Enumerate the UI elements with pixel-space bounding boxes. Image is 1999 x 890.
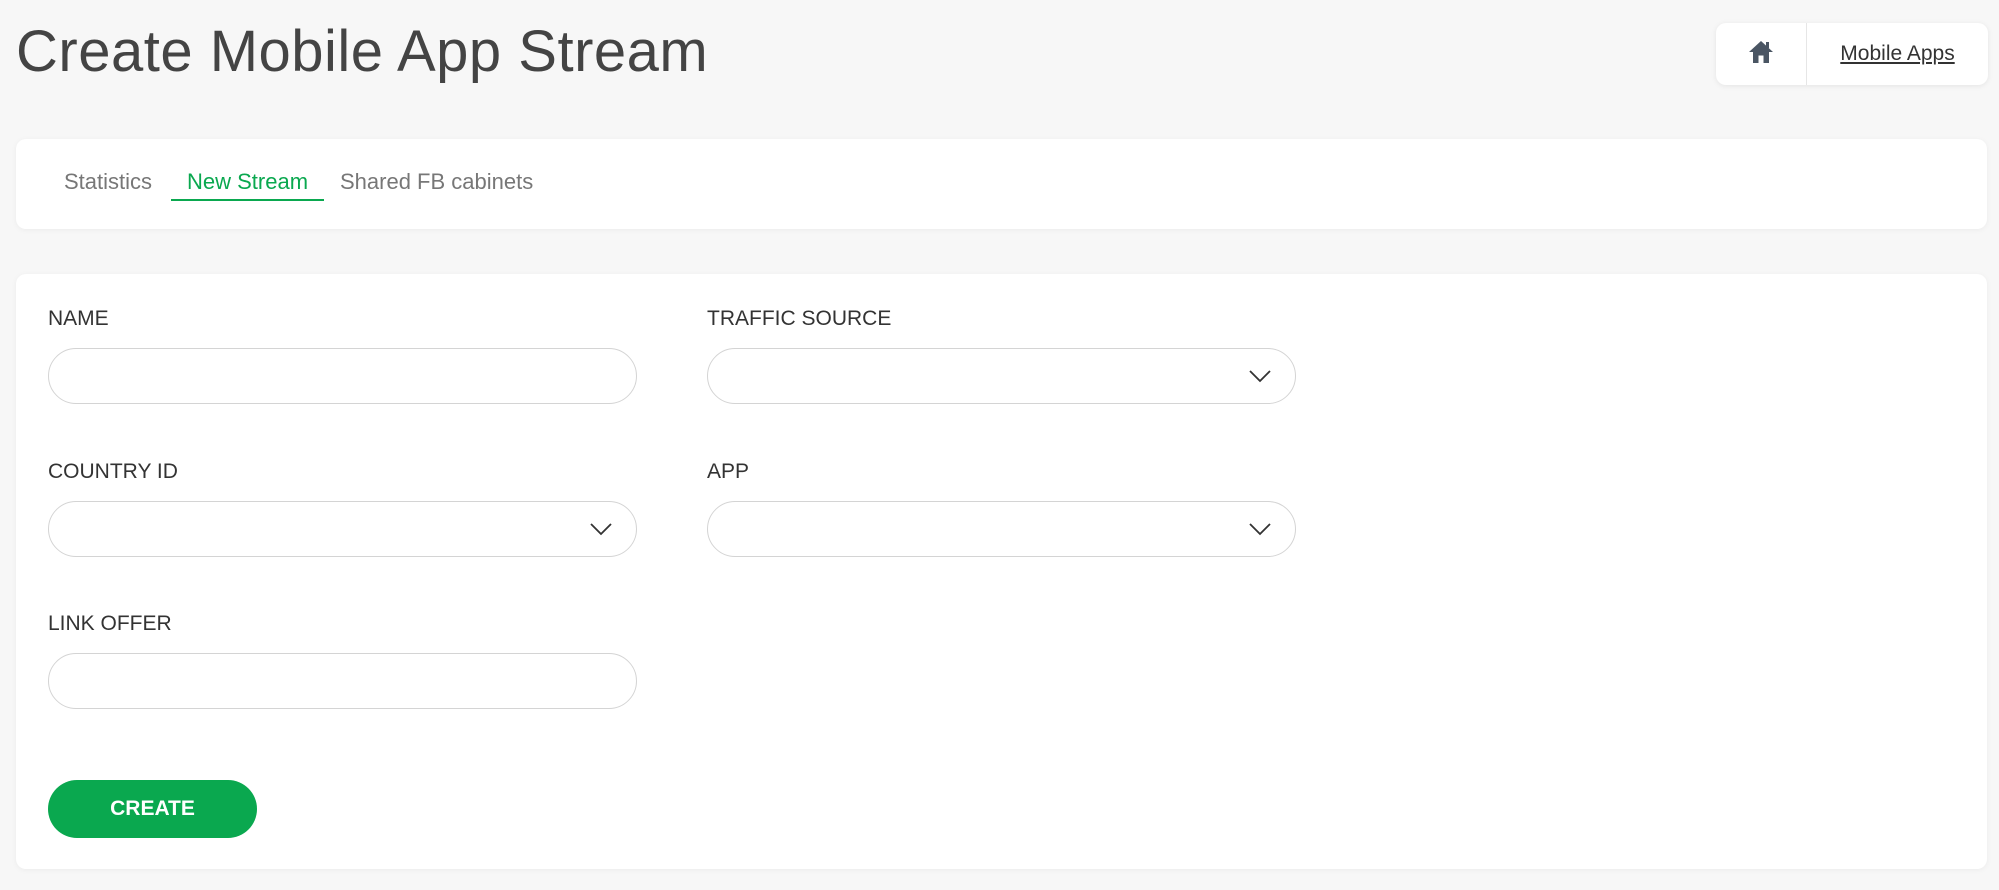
chevron-down-icon bbox=[590, 522, 612, 541]
link-offer-field[interactable] bbox=[48, 653, 637, 709]
traffic-source-select[interactable] bbox=[707, 348, 1296, 404]
country-id-select[interactable] bbox=[48, 501, 637, 557]
app-select[interactable] bbox=[707, 501, 1296, 557]
breadcrumb-mobile-apps-link[interactable]: Mobile Apps bbox=[1807, 42, 1988, 66]
name-field[interactable] bbox=[48, 348, 637, 404]
breadcrumb: Mobile Apps bbox=[1716, 23, 1988, 85]
link-offer-label: LINK OFFER bbox=[48, 612, 172, 635]
create-button[interactable]: CREATE bbox=[48, 780, 257, 838]
tab-new-stream[interactable]: New Stream bbox=[171, 169, 325, 201]
page-title: Create Mobile App Stream bbox=[16, 19, 709, 84]
chevron-down-icon bbox=[1249, 522, 1271, 541]
chevron-down-icon bbox=[1249, 369, 1271, 388]
link-offer-input[interactable] bbox=[49, 654, 636, 708]
tab-shared-fb-cabinets[interactable]: Shared FB cabinets bbox=[340, 169, 533, 199]
home-icon bbox=[1747, 39, 1775, 70]
breadcrumb-home[interactable] bbox=[1716, 23, 1807, 85]
app-label: APP bbox=[707, 460, 750, 483]
country-id-label: COUNTRY ID bbox=[48, 460, 178, 483]
create-stream-form: NAME TRAFFIC SOURCE COUNTRY ID APP LINK … bbox=[16, 274, 1987, 869]
tabs-card: Statistics New Stream Shared FB cabinets bbox=[16, 139, 1987, 229]
traffic-source-label: TRAFFIC SOURCE bbox=[707, 307, 892, 330]
name-input[interactable] bbox=[49, 349, 636, 403]
name-label: NAME bbox=[48, 307, 109, 330]
tab-statistics[interactable]: Statistics bbox=[64, 169, 152, 199]
